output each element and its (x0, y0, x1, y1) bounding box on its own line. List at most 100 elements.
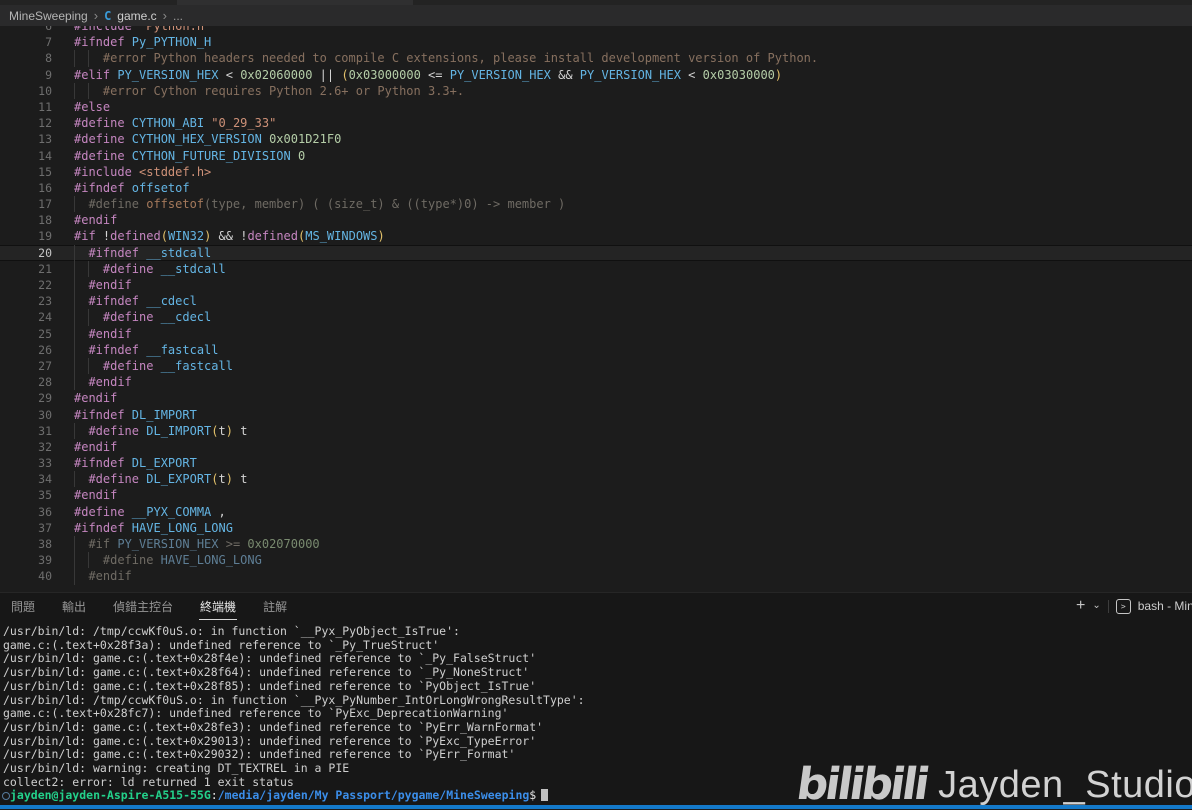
code-token: #elif (74, 67, 111, 82)
breadcrumb-item-file[interactable]: game.c (117, 9, 156, 23)
code-line[interactable]: 16 #ifndef offsetof (0, 180, 1192, 196)
code-line[interactable]: 36 #define __PYX_COMMA , (0, 504, 1192, 520)
code-token: < (680, 67, 703, 82)
code-line[interactable]: 26 #ifndef __fastcall (0, 342, 1192, 358)
line-number[interactable]: 27 (0, 358, 60, 374)
line-number[interactable]: 30 (0, 407, 60, 423)
line-number[interactable]: 20 (0, 245, 60, 261)
code-token: DL_IMPORT (124, 407, 197, 422)
line-number[interactable]: 16 (0, 180, 60, 196)
code-line[interactable]: 37 #ifndef HAVE_LONG_LONG (0, 520, 1192, 536)
line-number[interactable]: 26 (0, 342, 60, 358)
code-line[interactable]: 18 #endif (0, 212, 1192, 228)
line-number[interactable]: 19 (0, 228, 60, 244)
terminal-instance-label[interactable]: bash - MineSw (1138, 599, 1192, 613)
code-line[interactable]: 12 #define CYTHON_ABI "0_29_33" (0, 115, 1192, 131)
code-line[interactable]: 8 #error Python headers needed to compile… (0, 50, 1192, 66)
line-number[interactable]: 9 (0, 67, 60, 83)
line-number[interactable]: 31 (0, 423, 60, 439)
editor-region[interactable]: 6 #include "Python.h" 7 #ifndef Py_PYTHON_H… (0, 26, 1192, 592)
code-token: #endif (88, 278, 132, 292)
line-number[interactable]: 13 (0, 131, 60, 147)
code-token: 0 (290, 148, 306, 163)
line-number[interactable]: 7 (0, 34, 60, 50)
code-line[interactable]: 20 #ifndef __stdcall (0, 244, 1192, 261)
code-line[interactable]: 31 #define DL_IMPORT(t) t (0, 423, 1192, 439)
code-line[interactable]: 10 #error Cython requires Python 2.6+ or … (0, 83, 1192, 99)
line-number[interactable]: 11 (0, 99, 60, 115)
line-number[interactable]: 6 (0, 26, 60, 34)
code-line[interactable]: 27 #define __fastcall (0, 358, 1192, 374)
code-line[interactable]: 25 #endif (0, 326, 1192, 342)
code-text: #endif (60, 277, 1192, 293)
line-number[interactable]: 22 (0, 277, 60, 293)
code-line[interactable]: 7 #ifndef Py_PYTHON_H (0, 34, 1192, 50)
panel-tab-problems[interactable]: 問題 (10, 593, 36, 620)
panel-tabbar: 問題輸出偵錯主控台終端機註解 + ⌄ > bash - MineSw (0, 593, 1192, 620)
code-token: t (218, 472, 226, 487)
line-number[interactable]: 23 (0, 293, 60, 309)
code-line[interactable]: 30 #ifndef DL_IMPORT (0, 407, 1192, 423)
line-number[interactable]: 34 (0, 471, 60, 487)
line-number[interactable]: 28 (0, 374, 60, 390)
code-line[interactable]: 38 #if PY_VERSION_HEX >= 0x02070000 (0, 536, 1192, 552)
line-number[interactable]: 18 (0, 212, 60, 228)
panel-tab-comments[interactable]: 註解 (262, 593, 288, 620)
line-number[interactable]: 39 (0, 552, 60, 568)
code-line[interactable]: 40 #endif (0, 568, 1192, 584)
code-token: defined (110, 229, 161, 244)
code-token: HAVE_LONG_LONG (160, 553, 262, 568)
code-line[interactable]: 17 #define offsetof(type, member) ( (size… (0, 196, 1192, 212)
line-number[interactable]: 32 (0, 439, 60, 455)
line-number[interactable]: 25 (0, 326, 60, 342)
line-number[interactable]: 36 (0, 504, 60, 520)
code-token: #define (102, 358, 154, 373)
breadcrumb-more[interactable]: ... (173, 9, 183, 23)
code-token: ( (341, 67, 349, 82)
code-line[interactable]: 23 #ifndef __cdecl (0, 293, 1192, 309)
code-line[interactable]: 29 #endif (0, 390, 1192, 406)
line-number[interactable]: 37 (0, 520, 60, 536)
terminal-line: /usr/bin/ld: game.c:(.text+0x28f4e): und… (3, 651, 537, 666)
line-number[interactable]: 12 (0, 115, 60, 131)
line-number[interactable]: 14 (0, 148, 60, 164)
terminal-dropdown-icon[interactable]: ⌄ (1092, 601, 1100, 611)
line-number[interactable]: 35 (0, 487, 60, 503)
code-line[interactable]: 34 #define DL_EXPORT(t) t (0, 471, 1192, 487)
panel-tab-terminal[interactable]: 終端機 (199, 593, 238, 620)
line-number[interactable]: 24 (0, 309, 60, 325)
code-line[interactable]: 6 #include "Python.h" (0, 26, 1192, 34)
code-line[interactable]: 24 #define __cdecl (0, 309, 1192, 325)
line-number[interactable]: 8 (0, 50, 60, 66)
panel-tab-debug-console[interactable]: 偵錯主控台 (112, 593, 174, 620)
code-line[interactable]: 19 #if !defined(WIN32) && !defined(MS_WIN… (0, 228, 1192, 244)
line-number[interactable]: 17 (0, 196, 60, 212)
code-line[interactable]: 39 #define HAVE_LONG_LONG (0, 552, 1192, 568)
code-line[interactable]: 14 #define CYTHON_FUTURE_DIVISION 0 (0, 148, 1192, 164)
code-token: WIN32 (167, 229, 205, 244)
line-number[interactable]: 10 (0, 83, 60, 99)
line-number[interactable]: 29 (0, 390, 60, 406)
code-line[interactable]: 28 #endif (0, 374, 1192, 390)
code-text: #define DL_EXPORT(t) t (60, 471, 1192, 487)
code-line[interactable]: 33 #ifndef DL_EXPORT (0, 455, 1192, 471)
new-terminal-icon[interactable]: + (1076, 598, 1085, 614)
code-line[interactable]: 35 #endif (0, 487, 1192, 503)
line-number[interactable]: 15 (0, 164, 60, 180)
code-line[interactable]: 32 #endif (0, 439, 1192, 455)
code-line[interactable]: 9 #elif PY_VERSION_HEX < 0x02060000 || (0… (0, 67, 1192, 83)
code-line[interactable]: 13 #define CYTHON_HEX_VERSION 0x001D21F0 (0, 131, 1192, 147)
line-number[interactable]: 40 (0, 568, 60, 584)
command-decoration-icon[interactable] (2, 792, 10, 801)
terminal-line: /usr/bin/ld: game.c:(.text+0x28f64): und… (3, 665, 530, 680)
line-number[interactable]: 33 (0, 455, 60, 471)
code-line[interactable]: 22 #endif (0, 277, 1192, 293)
panel-tab-output[interactable]: 輸出 (61, 593, 87, 620)
code-line[interactable]: 15 #include <stddef.h> (0, 164, 1192, 180)
code-line[interactable]: 21 #define __stdcall (0, 261, 1192, 277)
breadcrumb-item-project[interactable]: MineSweeping (9, 9, 88, 23)
code-line[interactable]: 11 #else (0, 99, 1192, 115)
code-token: #else (74, 99, 111, 114)
line-number[interactable]: 21 (0, 261, 60, 277)
line-number[interactable]: 38 (0, 536, 60, 552)
